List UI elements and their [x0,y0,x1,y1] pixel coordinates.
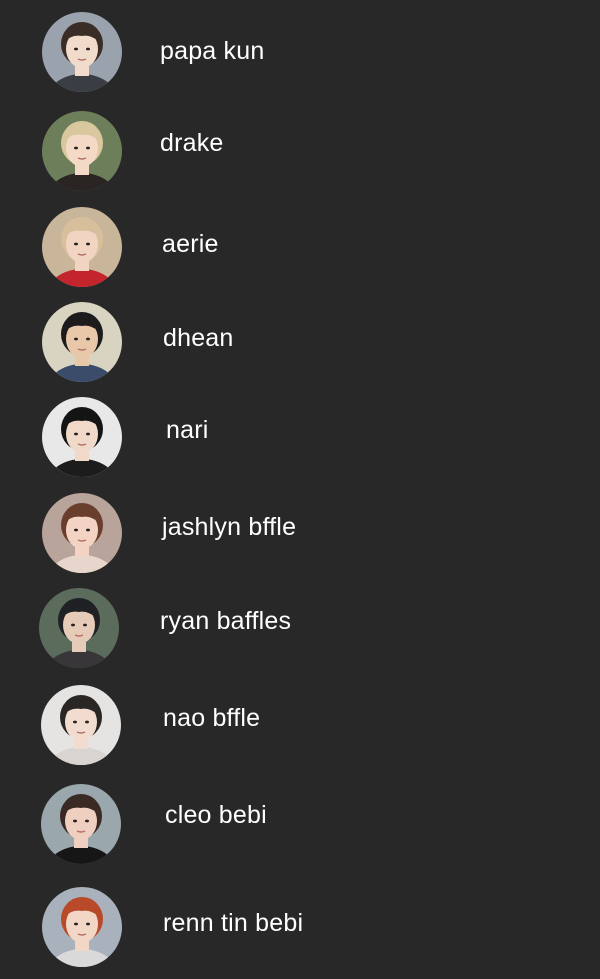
contact-avatar[interactable] [42,493,122,573]
contact-list: papa kun drake aerie dhean nari jashlyn … [0,0,600,979]
contact-avatar[interactable] [42,12,122,92]
person-photo-avatar-icon [42,887,122,967]
contact-row[interactable]: dhean [0,293,600,385]
person-photo-avatar-icon [42,111,122,191]
contact-row[interactable]: jashlyn bffle [0,485,600,577]
person-photo-avatar-icon [42,207,122,287]
contact-avatar[interactable] [41,784,121,864]
person-photo-avatar-icon [42,302,122,382]
person-photo-avatar-icon [41,784,121,864]
contact-avatar[interactable] [42,887,122,967]
person-photo-avatar-icon [41,685,121,765]
contact-name: jashlyn bffle [162,513,297,541]
contact-row[interactable]: cleo bebi [0,775,600,867]
contact-avatar[interactable] [39,588,119,668]
contact-avatar[interactable] [42,207,122,287]
contact-avatar[interactable] [42,302,122,382]
contact-name: drake [160,129,224,157]
contact-row[interactable]: papa kun [0,6,600,98]
contact-name: renn tin bebi [163,909,304,937]
contact-row[interactable]: aerie [0,199,600,291]
contact-name: nao bffle [163,704,261,732]
contact-row[interactable]: drake [0,103,600,195]
person-photo-avatar-icon [42,493,122,573]
person-photo-avatar-icon [39,588,119,668]
contact-name: dhean [163,324,234,352]
contact-name: papa kun [160,37,265,65]
person-photo-avatar-icon [42,12,122,92]
contact-avatar[interactable] [42,397,122,477]
contact-name: cleo bebi [165,801,267,829]
contact-row[interactable]: renn tin bebi [0,879,600,971]
contact-row[interactable]: ryan baffles [0,581,600,673]
contact-avatar[interactable] [42,111,122,191]
contact-avatar[interactable] [41,685,121,765]
contact-row[interactable]: nao bffle [0,677,600,769]
contact-row[interactable]: nari [0,388,600,480]
contact-name: aerie [162,230,219,258]
person-photo-avatar-icon [42,397,122,477]
contact-name: ryan baffles [160,607,292,635]
contact-name: nari [166,416,209,444]
